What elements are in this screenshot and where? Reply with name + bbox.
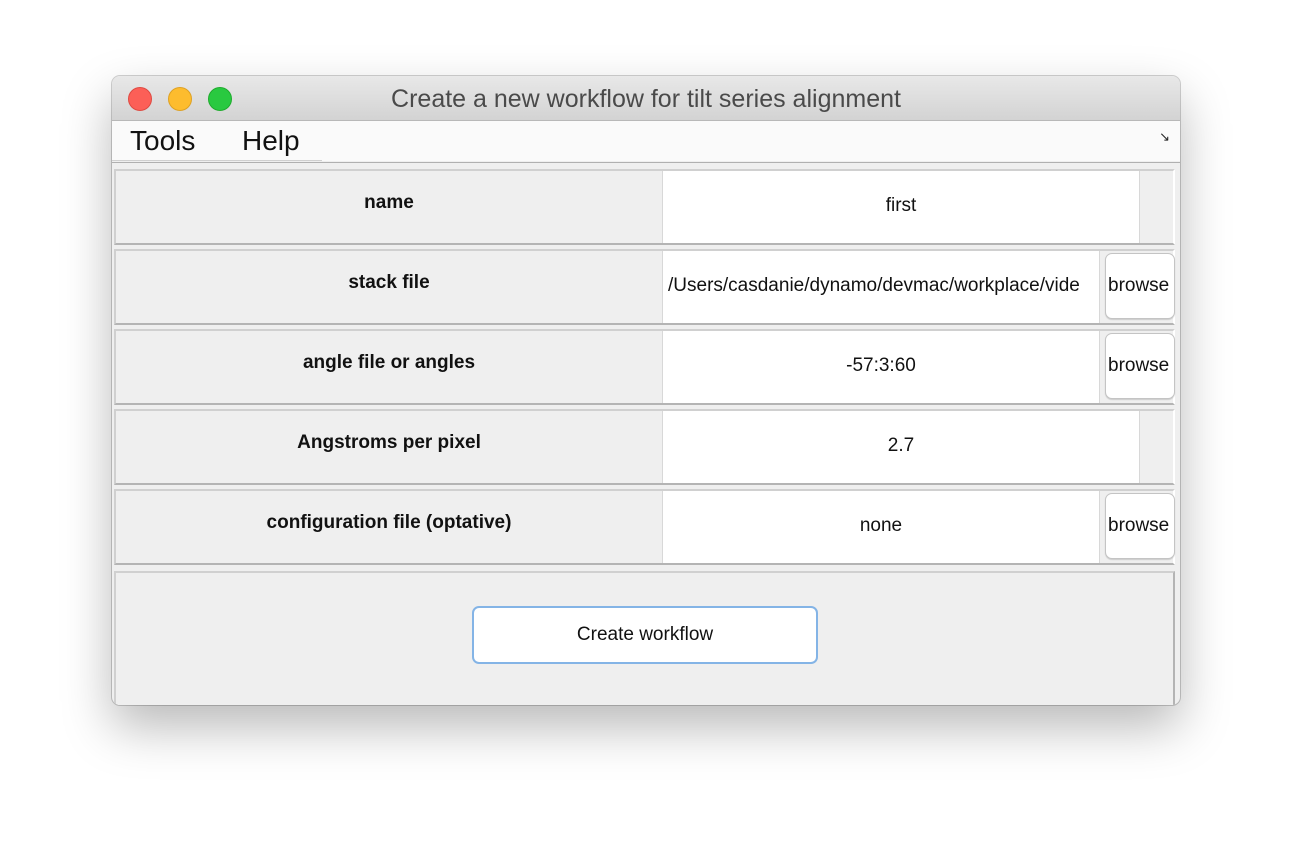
config-file-browse-button[interactable]: browse bbox=[1105, 493, 1175, 559]
form-row-angstroms: Angstroms per pixel 2.7 bbox=[114, 409, 1175, 485]
resize-arrow-icon[interactable]: ↘ bbox=[1159, 129, 1170, 145]
menu-tools[interactable]: Tools bbox=[130, 125, 195, 157]
angstroms-label: Angstroms per pixel bbox=[297, 432, 481, 453]
stack-file-field[interactable]: /Users/casdanie/dynamo/devmac/workplace/… bbox=[662, 251, 1100, 323]
stack-file-label: stack file bbox=[348, 272, 430, 293]
create-workflow-button[interactable]: Create workflow bbox=[472, 606, 818, 664]
config-file-field[interactable]: none bbox=[662, 491, 1100, 563]
angstroms-field[interactable]: 2.7 bbox=[662, 411, 1140, 483]
angles-label: angle file or angles bbox=[302, 352, 476, 373]
footer-panel: Create workflow bbox=[114, 571, 1175, 705]
stack-file-browse-button[interactable]: browse bbox=[1105, 253, 1175, 319]
menu-divider bbox=[112, 160, 322, 161]
form-panel: name first stack file /Users/casdanie/dy… bbox=[112, 162, 1180, 705]
angles-browse-button[interactable]: browse bbox=[1105, 333, 1175, 399]
form-row-name: name first bbox=[114, 169, 1175, 245]
form-row-config-file: configuration file (optative) none brows… bbox=[114, 489, 1175, 565]
window-title: Create a new workflow for tilt series al… bbox=[391, 85, 901, 113]
form-row-angles: angle file or angles -57:3:60 browse bbox=[114, 329, 1175, 405]
app-window: Create a new workflow for tilt series al… bbox=[112, 76, 1180, 705]
menu-help[interactable]: Help bbox=[242, 125, 300, 157]
menu-bar: Tools Help ↘ bbox=[112, 121, 1180, 161]
config-file-label: configuration file (optative) bbox=[266, 512, 512, 533]
name-label: name bbox=[364, 192, 414, 213]
angles-field[interactable]: -57:3:60 bbox=[662, 331, 1100, 403]
title-bar[interactable]: Create a new workflow for tilt series al… bbox=[112, 76, 1180, 121]
name-field[interactable]: first bbox=[662, 171, 1140, 243]
form-row-stack-file: stack file /Users/casdanie/dynamo/devmac… bbox=[114, 249, 1175, 325]
